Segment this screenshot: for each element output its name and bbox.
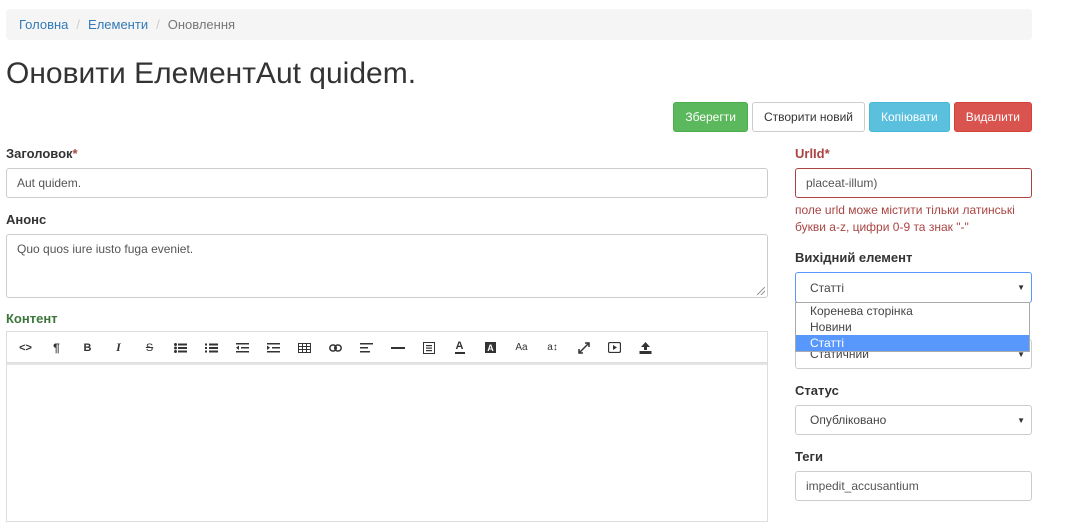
breadcrumb: Головна / Елементи / Оновлення — [6, 9, 1032, 40]
announce-textarea[interactable]: Quo quos iure iusto fuga eveniet. — [6, 234, 768, 298]
source-element-label: Вихідний елемент — [795, 250, 913, 265]
table-icon[interactable] — [289, 336, 320, 360]
create-new-button[interactable]: Створити новий — [751, 102, 866, 132]
chevron-down-icon: ▼ — [1017, 283, 1025, 292]
source-element-select-value: Статті — [810, 280, 845, 295]
font-size-icon[interactable]: Aa — [506, 336, 537, 360]
fullscreen-icon[interactable] — [568, 336, 599, 360]
strikethrough-icon[interactable]: S — [134, 336, 165, 360]
urlid-error-message: поле urld може містити тільки латинські … — [795, 203, 1015, 234]
dropdown-option[interactable]: Коренева сторінка — [796, 303, 1029, 319]
dropdown-option[interactable]: Новини — [796, 319, 1029, 335]
urlid-input[interactable]: placeat-illum) — [795, 168, 1032, 198]
save-button[interactable]: Зберегти — [673, 102, 748, 132]
background-color-glyph: A — [485, 342, 496, 353]
urlid-input-value: placeat-illum) — [806, 176, 878, 190]
link-icon[interactable] — [320, 336, 351, 360]
breadcrumb-separator: / — [76, 17, 81, 32]
announce-label: Анонс — [6, 212, 47, 227]
unordered-list-icon[interactable] — [165, 336, 196, 360]
title-label-text: Заголовок — [6, 146, 73, 161]
title-label: Заголовок* — [6, 146, 78, 161]
block-icon[interactable] — [413, 336, 444, 360]
tags-label: Теги — [795, 449, 823, 464]
action-buttons: Зберегти Створити новий Копіювати Видали… — [673, 102, 1032, 132]
content-editor[interactable] — [6, 362, 768, 522]
tags-input-value: impedit_accusantium — [806, 479, 919, 493]
paragraph-icon[interactable]: ¶ — [41, 336, 72, 360]
title-input[interactable]: Aut quidem. — [6, 168, 768, 198]
required-mark: * — [824, 146, 830, 161]
urlid-label: UrlId* — [795, 146, 830, 161]
status-select[interactable]: Опубліковано ▼ — [795, 405, 1032, 435]
resize-grip-icon[interactable] — [757, 287, 765, 295]
outdent-icon[interactable] — [227, 336, 258, 360]
bold-icon[interactable]: B — [72, 336, 103, 360]
font-color-icon[interactable]: A — [444, 336, 475, 360]
page-title: Оновити ЕлементAut quidem. — [6, 57, 417, 90]
source-element-dropdown: Коренева сторінка Новини Статті — [795, 302, 1030, 352]
urlid-label-text: UrlId — [795, 146, 825, 161]
font-color-glyph: A — [455, 339, 464, 352]
announce-textarea-value: Quo quos iure iusto fuga eveniet. — [17, 242, 194, 256]
upload-icon[interactable] — [630, 336, 661, 360]
required-mark: * — [72, 146, 78, 161]
background-color-icon[interactable]: A — [475, 336, 506, 360]
breadcrumb-elements-link[interactable]: Елементи — [88, 17, 148, 32]
video-icon[interactable] — [599, 336, 630, 360]
horizontal-rule-icon[interactable] — [382, 336, 413, 360]
status-label: Статус — [795, 383, 839, 398]
tags-input[interactable]: impedit_accusantium — [795, 471, 1032, 501]
formatting-icon[interactable]: a↕ — [537, 336, 568, 360]
delete-button[interactable]: Видалити — [953, 102, 1032, 132]
copy-button[interactable]: Копіювати — [869, 102, 950, 132]
breadcrumb-current: Оновлення — [167, 17, 236, 32]
content-label: Контент — [6, 311, 58, 326]
ordered-list-icon[interactable] — [196, 336, 227, 360]
italic-icon[interactable]: I — [103, 336, 134, 360]
editor-toolbar: <> ¶ B I S A A Aa a↕ — [6, 331, 768, 363]
source-element-select[interactable]: Статті ▼ — [795, 272, 1032, 303]
dropdown-option-selected[interactable]: Статті — [796, 335, 1029, 351]
breadcrumb-separator: / — [156, 17, 160, 32]
status-select-value: Опубліковано — [810, 413, 887, 427]
align-icon[interactable] — [351, 336, 382, 360]
indent-icon[interactable] — [258, 336, 289, 360]
code-view-icon[interactable]: <> — [10, 336, 41, 360]
chevron-down-icon: ▼ — [1017, 415, 1025, 425]
title-input-value: Aut quidem. — [17, 176, 82, 190]
breadcrumb-home-link[interactable]: Головна — [19, 17, 68, 32]
